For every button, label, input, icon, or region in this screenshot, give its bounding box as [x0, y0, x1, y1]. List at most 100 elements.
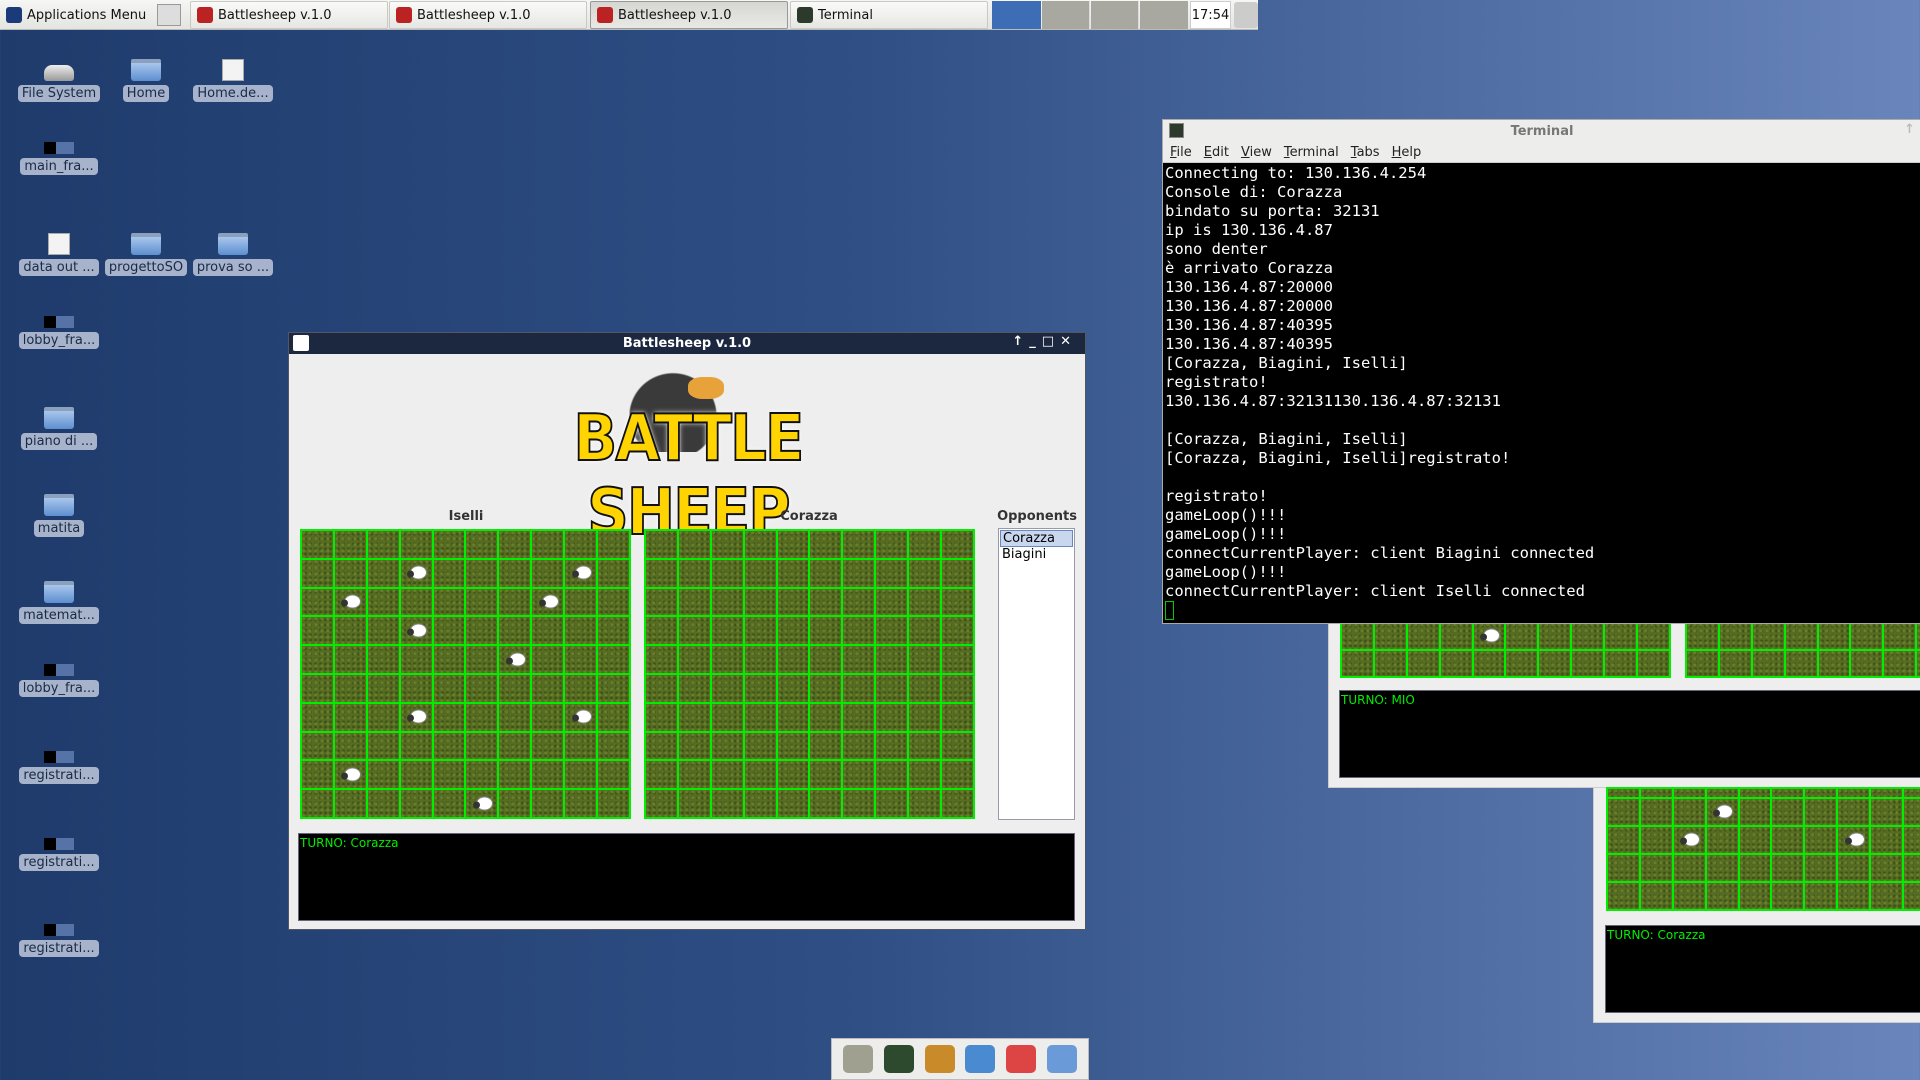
desktop-icon[interactable]: Home.de... — [188, 59, 278, 102]
desktop-icon[interactable]: lobby_fra... — [14, 656, 104, 697]
board-cell[interactable] — [1851, 623, 1883, 649]
board-cell[interactable] — [1640, 799, 1672, 825]
board-cell[interactable] — [1572, 623, 1604, 649]
board-cell[interactable] — [810, 732, 842, 760]
board-cell[interactable] — [499, 588, 531, 616]
board-cell[interactable] — [843, 674, 875, 702]
board-cell[interactable] — [1818, 623, 1850, 649]
board-cell[interactable] — [646, 559, 677, 587]
board-cell[interactable] — [466, 559, 498, 587]
clock[interactable]: 17:54 — [1190, 1, 1231, 29]
board-cell[interactable] — [367, 703, 399, 731]
board-cell[interactable] — [744, 732, 776, 760]
board-cell[interactable] — [876, 790, 908, 817]
board-cell[interactable] — [1785, 650, 1817, 676]
board-cell[interactable] — [1805, 799, 1837, 825]
board-cell[interactable] — [810, 646, 842, 673]
board-cell[interactable] — [565, 732, 597, 760]
board-cell[interactable] — [302, 559, 333, 587]
board-cell[interactable] — [565, 790, 597, 817]
board-cell[interactable] — [532, 531, 564, 558]
board-cell[interactable] — [565, 674, 597, 702]
board-cell[interactable] — [466, 531, 498, 558]
board-cell[interactable] — [1687, 623, 1718, 649]
board-cell[interactable] — [598, 761, 629, 789]
board-cell[interactable] — [810, 559, 842, 587]
board-cell[interactable] — [1838, 799, 1870, 825]
board-cell[interactable] — [1851, 650, 1883, 676]
board-cell[interactable] — [876, 703, 908, 731]
board-cell[interactable] — [367, 674, 399, 702]
board-cell[interactable] — [942, 674, 973, 702]
board-cell[interactable] — [367, 617, 399, 645]
board-cell[interactable] — [942, 531, 973, 558]
board-cell[interactable] — [777, 588, 809, 616]
board-cell[interactable] — [302, 790, 333, 817]
board-cell[interactable] — [1871, 789, 1903, 797]
board-cell[interactable] — [876, 761, 908, 789]
board-cell[interactable] — [1539, 650, 1571, 676]
board-cell[interactable] — [942, 559, 973, 587]
board-cell[interactable] — [1440, 623, 1472, 649]
board-cell[interactable] — [334, 588, 366, 616]
board-cell[interactable] — [678, 617, 710, 645]
board-cell[interactable] — [1719, 650, 1751, 676]
board-cell[interactable] — [942, 732, 973, 760]
board-cell[interactable] — [744, 674, 776, 702]
board-cell[interactable] — [302, 761, 333, 789]
board-cell[interactable] — [466, 761, 498, 789]
board-cell[interactable] — [1719, 623, 1751, 649]
board-cell[interactable] — [678, 732, 710, 760]
board-cell[interactable] — [1838, 789, 1870, 797]
terminal-icon[interactable] — [883, 1045, 914, 1073]
terminal-titlebar[interactable]: Terminal ↑ — [1163, 120, 1920, 142]
board-cell[interactable] — [843, 761, 875, 789]
board-cell[interactable] — [400, 790, 432, 817]
board-cell[interactable] — [1772, 883, 1804, 909]
board-cell[interactable] — [367, 559, 399, 587]
board-cell[interactable] — [1805, 855, 1837, 881]
board-cell[interactable] — [598, 703, 629, 731]
board-cell[interactable] — [1904, 855, 1920, 881]
workspace-3[interactable] — [1091, 1, 1139, 29]
board-cell[interactable] — [777, 559, 809, 587]
board-cell[interactable] — [532, 732, 564, 760]
board-cell[interactable] — [1739, 855, 1771, 881]
board-cell[interactable] — [1904, 789, 1920, 797]
board-cell[interactable] — [646, 588, 677, 616]
board-cell[interactable] — [532, 646, 564, 673]
applications-menu-button[interactable]: Applications Menu — [0, 1, 152, 29]
desktop-icon[interactable]: matemat... — [14, 581, 104, 624]
board-cell[interactable] — [1838, 827, 1870, 853]
board-cell[interactable] — [367, 790, 399, 817]
board-cell[interactable] — [400, 732, 432, 760]
board-cell[interactable] — [1739, 827, 1771, 853]
board-cell[interactable] — [744, 617, 776, 645]
board-cell[interactable] — [1407, 623, 1439, 649]
board-cell[interactable] — [400, 588, 432, 616]
board-cell[interactable] — [1805, 789, 1837, 797]
board[interactable] — [1685, 621, 1920, 678]
board-cell[interactable] — [334, 617, 366, 645]
board-cell[interactable] — [532, 790, 564, 817]
board-cell[interactable] — [909, 732, 941, 760]
file-cabinet-icon[interactable] — [924, 1045, 955, 1073]
board-cell[interactable] — [334, 559, 366, 587]
board-cell[interactable] — [1640, 789, 1672, 797]
board-cell[interactable] — [367, 531, 399, 558]
opponent-board[interactable] — [644, 529, 975, 819]
board-cell[interactable] — [466, 732, 498, 760]
board-cell[interactable] — [1673, 789, 1705, 797]
board-cell[interactable] — [777, 703, 809, 731]
board-cell[interactable] — [744, 761, 776, 789]
board-cell[interactable] — [433, 559, 465, 587]
board-cell[interactable] — [777, 531, 809, 558]
board-cell[interactable] — [400, 646, 432, 673]
board-cell[interactable] — [1673, 855, 1705, 881]
board-cell[interactable] — [499, 531, 531, 558]
board-cell[interactable] — [565, 531, 597, 558]
board-cell[interactable] — [400, 559, 432, 587]
board-cell[interactable] — [334, 674, 366, 702]
board-cell[interactable] — [876, 732, 908, 760]
board-cell[interactable] — [843, 617, 875, 645]
